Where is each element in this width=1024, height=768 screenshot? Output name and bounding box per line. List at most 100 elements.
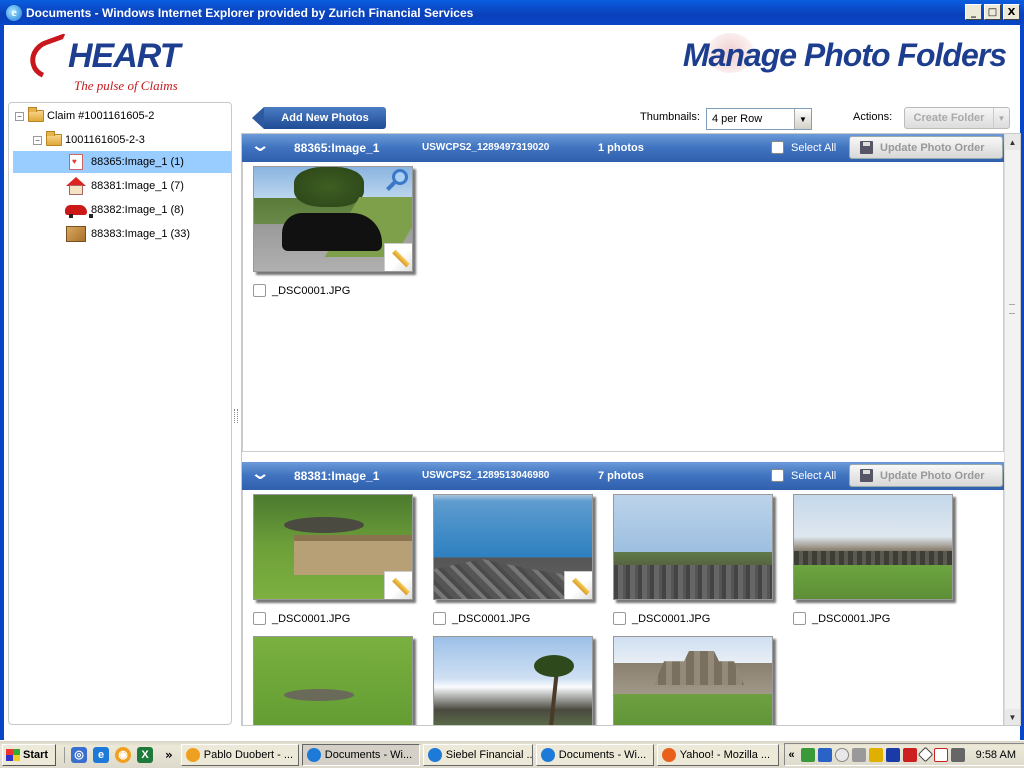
messenger-icon — [185, 747, 200, 762]
tree-item-88365[interactable]: 88365:Image_1 (1) — [13, 151, 231, 173]
internet-explorer-icon: e — [6, 4, 22, 21]
photo-image[interactable] — [793, 494, 953, 600]
start-label: Start — [23, 748, 49, 761]
photo-checkbox[interactable] — [793, 612, 806, 625]
collapse-toggle-icon[interactable]: − — [33, 135, 42, 145]
collapse-chevron-icon[interactable]: ⌄ — [250, 137, 281, 156]
edit-pencil-icon[interactable] — [564, 571, 592, 599]
window-controls: _ □ X — [965, 4, 1020, 20]
taskbar-button[interactable]: Yahoo! - Mozilla ... — [656, 743, 779, 766]
photo-checkbox[interactable] — [613, 612, 626, 625]
taskbar-button[interactable]: Documents - Wi... — [535, 743, 654, 766]
thumbnails-select[interactable]: 4 per Row ▼ — [706, 108, 812, 130]
messenger-icon[interactable]: ◉ — [115, 746, 131, 763]
scroll-down-icon[interactable]: ▼ — [1005, 709, 1020, 725]
display-icon[interactable] — [917, 746, 933, 763]
internet-explorer-icon — [540, 747, 555, 762]
show-desktop-icon[interactable]: ◎ — [71, 746, 87, 763]
wireless-icon[interactable] — [950, 747, 965, 762]
vertical-scrollbar[interactable]: ▲ ▼ — [1004, 134, 1020, 725]
quick-launch-chevron-icon[interactable]: » — [165, 748, 173, 762]
start-button[interactable]: Start — [2, 743, 56, 766]
collapse-chevron-icon[interactable]: ⌄ — [250, 465, 281, 484]
photo-thumbnail[interactable]: _DSC0001.JPG — [253, 166, 415, 297]
tree-item-claim[interactable]: − Claim #1001161605-2 — [15, 105, 154, 127]
disconnected-network-icon[interactable] — [933, 747, 948, 762]
photo-image[interactable] — [253, 636, 413, 725]
photo-thumbnail[interactable]: _DSC0001.JPG — [253, 494, 415, 625]
create-folder-label: Create Folder — [913, 112, 985, 124]
edit-pencil-icon[interactable] — [384, 571, 412, 599]
photo-image[interactable] — [433, 636, 593, 725]
zoom-icon[interactable] — [386, 169, 410, 193]
folder-name: 88381:Image_1 — [294, 469, 380, 483]
photo-image[interactable] — [433, 494, 593, 600]
device-icon[interactable] — [851, 747, 866, 762]
dropdown-arrow-icon[interactable]: ▼ — [993, 108, 1009, 128]
photo-image[interactable] — [613, 494, 773, 600]
folder-header[interactable]: ⌄ 88381:Image_1 USWCPS2_1289513046980 7 … — [242, 462, 1004, 490]
select-all[interactable]: Select All — [771, 469, 836, 482]
photo-image[interactable] — [253, 166, 413, 272]
photo-thumbnail[interactable]: _DSC0001.JPG — [793, 494, 955, 625]
close-button[interactable]: X — [1003, 4, 1020, 20]
create-folder-button[interactable]: Create Folder ▼ — [904, 107, 1010, 129]
minimize-button[interactable]: _ — [965, 4, 982, 20]
tray-expand-icon[interactable]: « — [789, 749, 795, 761]
scroll-up-icon[interactable]: ▲ — [1005, 134, 1020, 150]
update-photo-order-button[interactable]: Update Photo Order — [849, 464, 1003, 487]
photo-image[interactable] — [613, 636, 773, 725]
task-label: Documents - Wi... — [324, 748, 413, 761]
select-all-checkbox[interactable] — [771, 469, 784, 482]
windows-logo-icon — [6, 748, 20, 761]
photo-thumbnail[interactable]: _DSC0001.JPG — [433, 494, 595, 625]
photo-thumbnail[interactable] — [433, 636, 595, 725]
maximize-button[interactable]: □ — [984, 4, 1001, 20]
photo-image[interactable] — [253, 494, 413, 600]
add-new-photos-button[interactable]: Add New Photos — [252, 107, 388, 129]
taskbar-button[interactable]: Siebel Financial ... — [422, 743, 533, 766]
sync-icon[interactable] — [834, 747, 849, 762]
edit-pencil-icon[interactable] — [384, 243, 412, 271]
panel-splitter[interactable] — [234, 409, 238, 423]
scroll-grip[interactable] — [1009, 304, 1015, 314]
internet-explorer-icon[interactable]: e — [93, 746, 109, 763]
taskbar-button[interactable]: Documents - Wi... — [301, 743, 420, 766]
antivirus-icon[interactable] — [902, 747, 917, 762]
photo-checkbox[interactable] — [433, 612, 446, 625]
security-icon[interactable] — [817, 747, 832, 762]
internet-explorer-icon — [427, 747, 442, 762]
photo-caption: _DSC0001.JPG — [793, 612, 955, 625]
photo-checkbox[interactable] — [253, 612, 266, 625]
collapse-toggle-icon[interactable]: − — [15, 111, 24, 121]
update-photo-order-label: Update Photo Order — [880, 469, 985, 482]
system-tray: « 9:58 AM — [783, 743, 1024, 766]
tree-item-88382[interactable]: 88382:Image_1 (8) — [65, 199, 184, 221]
photo-checkbox[interactable] — [253, 284, 266, 297]
photo-thumbnail[interactable] — [613, 636, 775, 725]
folder-icon — [46, 131, 62, 146]
tree-item-88383[interactable]: 88383:Image_1 (33) — [65, 223, 190, 245]
folder-body: _DSC0001.JPG — [242, 162, 1004, 452]
dropdown-arrow-icon[interactable]: ▼ — [794, 109, 811, 129]
bluetooth-icon[interactable] — [885, 747, 900, 762]
quick-launch: ◎ e ◉ X — [64, 746, 153, 763]
excel-icon[interactable]: X — [137, 746, 153, 763]
select-all[interactable]: Select All — [771, 141, 836, 154]
medical-document-icon — [65, 153, 87, 171]
select-all-checkbox[interactable] — [771, 141, 784, 154]
folder-icon — [28, 107, 44, 122]
photo-filename: _DSC0001.JPG — [812, 612, 891, 625]
folder-tree: − Claim #1001161605-2 − 1001161605-2-3 8… — [8, 102, 232, 725]
actions-label: Actions: — [853, 111, 893, 123]
photo-thumbnail[interactable] — [253, 636, 415, 725]
taskbar-button[interactable]: Pablo Duobert - ... — [180, 743, 299, 766]
update-photo-order-button[interactable]: Update Photo Order — [849, 136, 1003, 159]
network-icon[interactable] — [800, 747, 815, 762]
window-titlebar[interactable]: e Documents - Windows Internet Explorer … — [0, 0, 1024, 25]
tree-item-88381[interactable]: 88381:Image_1 (7) — [65, 175, 184, 197]
photo-thumbnail[interactable]: _DSC0001.JPG — [613, 494, 775, 625]
tree-item-subclaim[interactable]: − 1001161605-2-3 — [33, 129, 145, 151]
folder-header[interactable]: ⌄ 88365:Image_1 USWCPS2_1289497319020 1 … — [242, 134, 1004, 162]
shield-icon[interactable] — [868, 747, 883, 762]
